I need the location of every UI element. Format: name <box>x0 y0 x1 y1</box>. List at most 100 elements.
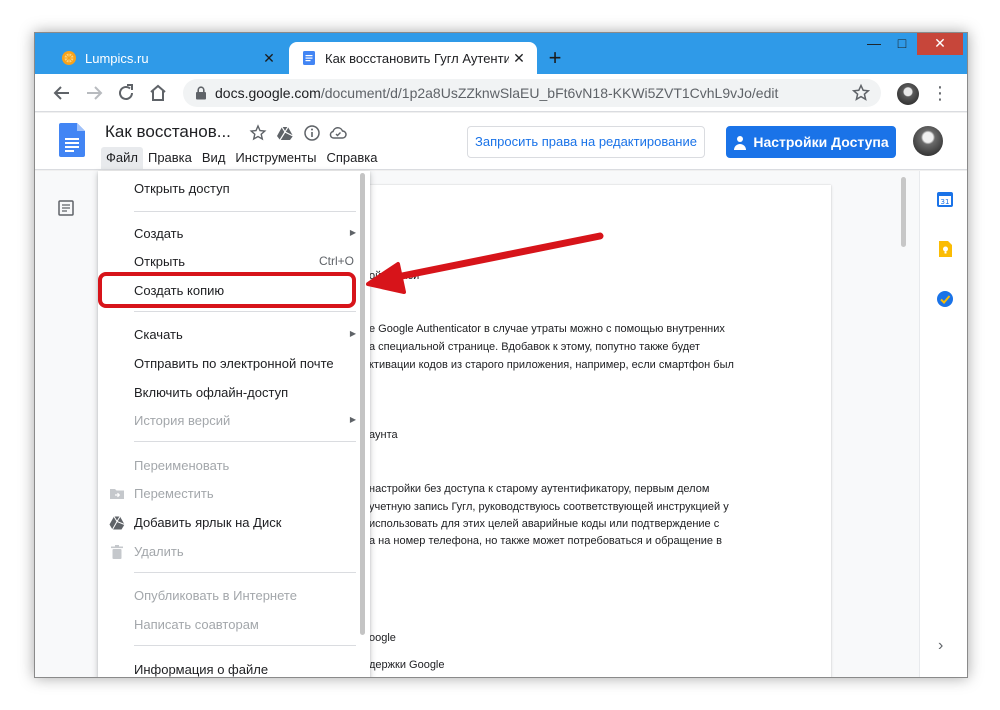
tasks-icon[interactable] <box>935 289 955 309</box>
menu-item-offline[interactable]: Включить офлайн-доступ <box>98 379 370 407</box>
close-icon[interactable]: ✕ <box>509 50 529 67</box>
doc-line: держки Google <box>369 659 445 671</box>
menu-item-shortcut: Ctrl+O <box>318 254 354 268</box>
menu-item-file-info[interactable]: Информация о файле <box>98 656 370 677</box>
menu-item-move[interactable]: Переместить <box>98 480 370 508</box>
home-icon[interactable] <box>147 82 169 104</box>
keep-icon[interactable] <box>935 239 955 259</box>
submenu-arrow-icon: ▶ <box>349 415 356 424</box>
menu-item-publish[interactable]: Опубликовать в Интернете <box>98 582 370 610</box>
menu-separator <box>134 441 356 442</box>
menu-file[interactable]: Файл <box>101 147 143 169</box>
menu-item-label: История версий <box>134 413 231 428</box>
menu-separator <box>134 311 356 312</box>
account-avatar[interactable] <box>913 126 943 156</box>
docs-logo-icon[interactable] <box>59 123 85 157</box>
document-outline-icon[interactable] <box>57 199 75 217</box>
menu-separator <box>134 572 356 573</box>
menu-item-version-history[interactable]: История версий ▶ <box>98 407 370 435</box>
share-button[interactable]: Настройки Доступа <box>726 126 896 158</box>
lock-icon <box>196 86 206 100</box>
window-close-button[interactable]: ✕ <box>917 33 963 55</box>
star-icon[interactable] <box>249 124 267 142</box>
doc-line: учетную запись Гугл, руководствуюсь соот… <box>369 501 729 513</box>
file-menu: Открыть доступ Создать ▶ Открыть Ctrl+O Со… <box>98 171 370 677</box>
tab-title: Как восстановить Гугл Аутентиф <box>325 50 509 66</box>
menu-item-label: Создать <box>134 226 184 241</box>
doc-line: а специальной странице. Вдобавок к этому… <box>369 341 700 353</box>
forward-arrow-icon[interactable] <box>83 82 105 104</box>
move-to-drive-icon[interactable] <box>276 124 294 142</box>
menu-item-label: Открыть <box>134 254 186 269</box>
doc-line: ктивации кодов из старого приложения, на… <box>369 359 734 371</box>
menu-item-label: Переместить <box>134 486 214 501</box>
menu-edit[interactable]: Правка <box>143 147 197 169</box>
menu-view[interactable]: Вид <box>197 147 231 169</box>
profile-avatar[interactable] <box>897 83 919 105</box>
minimize-button[interactable]: — <box>861 33 887 55</box>
menu-item-label: Скачать <box>134 327 183 342</box>
chrome-menu-icon[interactable]: ⋮ <box>931 82 949 104</box>
new-tab-button[interactable]: + <box>543 46 567 70</box>
doc-line: e Google Authenticator в случае утраты м… <box>369 323 725 335</box>
tab-strip: Lumpics.ru ✕ Как восстановить Гугл Аутен… <box>35 33 967 74</box>
doc-line: использовать для этих целей аварийные ко… <box>369 518 720 530</box>
menu-help[interactable]: Справка <box>321 147 382 169</box>
tab-lumpics[interactable]: Lumpics.ru ✕ <box>49 42 287 74</box>
doc-line: ой записи <box>369 270 420 282</box>
calendar-icon[interactable]: 31 <box>935 189 955 209</box>
url-path: /document/d/1p2a8UsZZknwSlaEU_bFt6vN18-K… <box>320 85 779 101</box>
doc-line: а на номер телефона, но также может потр… <box>369 535 722 547</box>
person-lock-icon <box>734 136 747 151</box>
docs-header: Как восстанов... Файл Правка Вид Инструм… <box>35 113 967 170</box>
info-icon[interactable] <box>303 124 321 142</box>
menu-item-new[interactable]: Создать ▶ <box>98 220 370 248</box>
menu-item-label: Написать соавторам <box>134 617 259 632</box>
docs-menubar: Файл Правка Вид Инструменты Справка <box>101 147 382 169</box>
menu-item-delete[interactable]: Удалить <box>98 538 370 566</box>
browser-toolbar: docs.google.com/document/d/1p2a8UsZZknwS… <box>35 74 967 112</box>
orange-favicon-icon <box>62 51 76 65</box>
chevron-right-icon[interactable]: › <box>938 637 943 655</box>
menu-item-download[interactable]: Скачать ▶ <box>98 321 370 349</box>
folder-move-icon <box>110 489 124 499</box>
menu-item-add-shortcut[interactable]: Добавить ярлык на Диск <box>98 509 370 537</box>
menu-item-label: Отправить по электронной почте <box>134 356 334 371</box>
menu-item-email-collaborators[interactable]: Написать соавторам <box>98 611 370 639</box>
doc-line: oogle <box>369 632 396 644</box>
request-edit-access-button[interactable]: Запросить права на редактирование <box>467 126 705 158</box>
menu-tools[interactable]: Инструменты <box>230 147 321 169</box>
browser-window: Lumpics.ru ✕ Как восстановить Гугл Аутен… <box>34 32 968 678</box>
share-button-label: Настройки Доступа <box>753 134 889 150</box>
maximize-button[interactable]: □ <box>889 33 915 55</box>
submenu-arrow-icon: ▶ <box>349 228 356 237</box>
menu-item-share[interactable]: Открыть доступ <box>98 175 370 203</box>
menu-item-label: Информация о файле <box>134 662 269 677</box>
docs-favicon-icon <box>303 51 315 65</box>
menu-item-label: Удалить <box>134 544 184 559</box>
menu-item-email[interactable]: Отправить по электронной почте <box>98 350 370 378</box>
page-scrollbar[interactable] <box>901 177 906 247</box>
menu-separator <box>134 211 356 212</box>
bookmark-star-icon[interactable] <box>851 83 871 103</box>
doc-line: настройки без доступа к старому аутентиф… <box>369 483 710 495</box>
highlight-box <box>98 272 356 308</box>
trash-icon <box>111 545 123 559</box>
drive-shortcut-icon <box>109 516 125 530</box>
submenu-arrow-icon: ▶ <box>349 329 356 338</box>
close-icon[interactable]: ✕ <box>259 50 279 67</box>
menu-item-label: Добавить ярлык на Диск <box>134 515 282 530</box>
menu-separator <box>134 645 356 646</box>
back-arrow-icon[interactable] <box>51 82 73 104</box>
menu-item-label: Опубликовать в Интернете <box>134 588 297 603</box>
menu-item-label: Включить офлайн-доступ <box>134 385 289 400</box>
reload-icon[interactable] <box>115 82 137 104</box>
url-text: docs.google.com/document/d/1p2a8UsZZknwS… <box>215 79 778 107</box>
menu-item-rename[interactable]: Переименовать <box>98 452 370 480</box>
cloud-status-icon[interactable] <box>329 124 347 142</box>
address-bar[interactable]: docs.google.com/document/d/1p2a8UsZZknwS… <box>183 79 881 107</box>
menu-scrollbar[interactable] <box>360 173 365 635</box>
document-title[interactable]: Как восстанов... <box>105 122 231 142</box>
tab-google-doc[interactable]: Как восстановить Гугл Аутентиф ✕ <box>289 42 537 74</box>
tab-title: Lumpics.ru <box>85 50 149 66</box>
